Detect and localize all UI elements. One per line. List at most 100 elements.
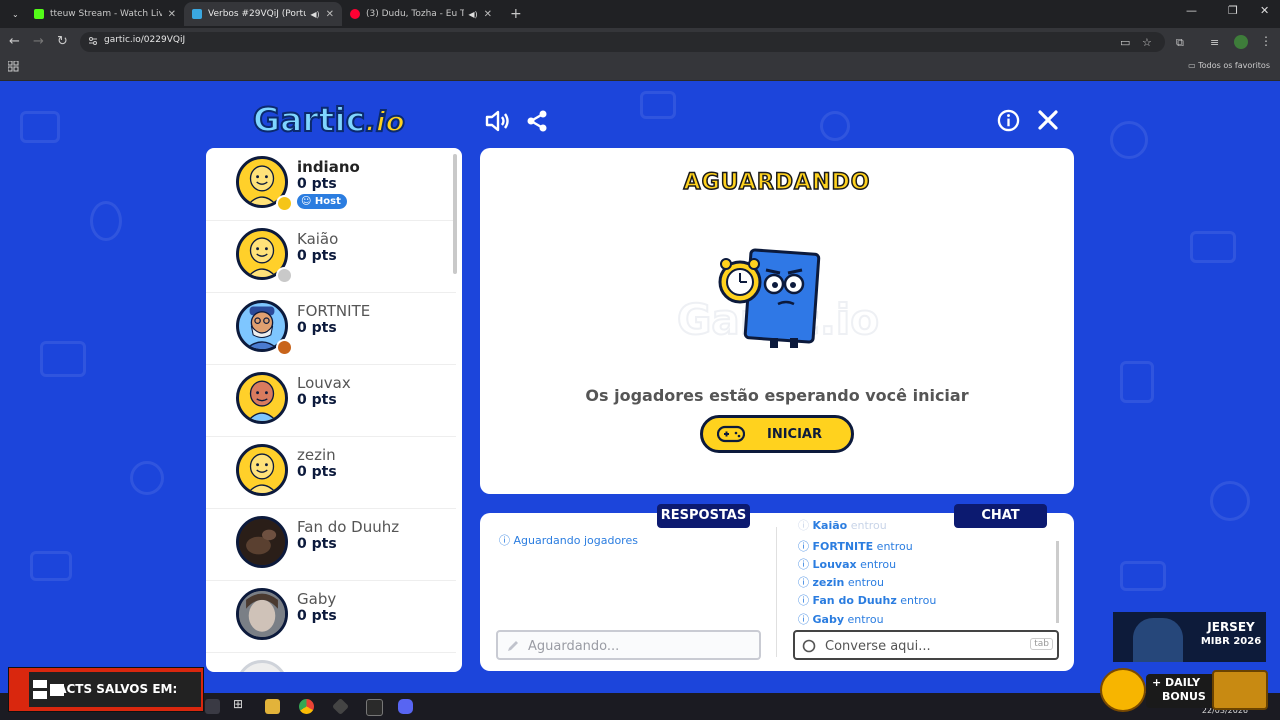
start-button[interactable]: INICIAR bbox=[700, 415, 854, 453]
profile-avatar[interactable] bbox=[1234, 35, 1248, 49]
close-window-icon[interactable]: ✕ bbox=[1260, 4, 1269, 17]
player-points: 0 pts bbox=[297, 320, 337, 336]
bonus-line2: BONUS bbox=[1162, 690, 1206, 703]
avatar bbox=[236, 660, 288, 672]
tab-search-button[interactable]: ⌄ bbox=[4, 2, 24, 26]
media-icon[interactable]: ≡ bbox=[1210, 36, 1219, 49]
player-row[interactable]: Louvax 0 pts bbox=[206, 364, 456, 437]
chrome-icon[interactable] bbox=[299, 699, 314, 714]
back-icon[interactable]: ← bbox=[9, 34, 20, 49]
coin-icon bbox=[1100, 668, 1146, 712]
answer-input[interactable]: Aguardando... bbox=[496, 630, 761, 660]
player-row[interactable]: indiano 0 pts ☺ Host bbox=[206, 148, 456, 221]
chat-user: Kaião bbox=[812, 519, 848, 532]
tab-title: Verbos #29VQiJ (Português bbox=[208, 9, 307, 19]
banner-text: EACTS SALVOS EM: bbox=[49, 682, 178, 696]
browser-tab-2[interactable]: Verbos #29VQiJ (Português ◀) ✕ bbox=[184, 2, 342, 26]
answers-chat-panel: ⓘ Aguardando jogadores ⓘ Kaião entrou ⓘ … bbox=[480, 513, 1074, 671]
player-name: indiano bbox=[297, 158, 360, 176]
bookmarks-bar: ▭ Todos os favoritos bbox=[0, 56, 1280, 81]
chat-action: entrou bbox=[900, 594, 937, 607]
maximize-icon[interactable]: ❐ bbox=[1228, 4, 1238, 17]
bald-face-icon bbox=[247, 380, 277, 421]
player-points: 0 pts bbox=[297, 176, 337, 192]
close-tab-icon[interactable]: ✕ bbox=[484, 9, 492, 20]
logo-main: Gartic bbox=[252, 99, 366, 140]
address-bar[interactable]: gartic.io/0229VQiJ bbox=[80, 32, 1165, 52]
browser-tab-1[interactable]: tteuw Stream - Watch Live on K ✕ bbox=[26, 2, 184, 26]
background-doodle bbox=[90, 201, 122, 241]
chat-log-entry: ⓘ FORTNITE entrou bbox=[798, 540, 913, 553]
app-icon[interactable] bbox=[366, 699, 383, 716]
info-icon[interactable] bbox=[997, 109, 1020, 132]
sponsor-jersey-overlay: JERSEY MIBR 2026 bbox=[1113, 612, 1266, 662]
panel-divider bbox=[776, 527, 777, 657]
gartic-logo[interactable]: Gartic.io bbox=[252, 99, 406, 140]
player-points: 0 pts bbox=[297, 392, 337, 408]
host-badge: ☺ Host bbox=[297, 194, 347, 209]
chat-user: FORTNITE bbox=[812, 540, 874, 553]
tab-title: (3) Dudu, Tozha - Eu Te Pro bbox=[366, 9, 464, 19]
chat-action: entrou bbox=[850, 519, 887, 532]
file-explorer-icon[interactable] bbox=[265, 699, 280, 714]
background-doodle bbox=[1120, 361, 1154, 403]
avatar bbox=[236, 444, 288, 496]
player-name: Fan do Duuhz bbox=[297, 518, 400, 536]
background-doodle bbox=[640, 91, 676, 119]
chat-log-entry: ⓘ Louvax entrou bbox=[798, 558, 897, 571]
chat-input[interactable]: Converse aqui... tab bbox=[793, 630, 1059, 660]
player-points: 0 pts bbox=[297, 464, 337, 480]
app-icon[interactable] bbox=[332, 698, 349, 715]
person-image bbox=[1133, 618, 1183, 662]
extensions-icon[interactable]: ⧉ bbox=[1176, 36, 1184, 50]
waiting-message: Os jogadores estão esperando você inicia… bbox=[585, 386, 969, 405]
close-tab-icon[interactable]: ✕ bbox=[326, 9, 334, 20]
player-list-scrollbar[interactable] bbox=[453, 154, 457, 274]
background-doodle bbox=[1110, 121, 1148, 159]
share-icon[interactable] bbox=[525, 109, 549, 133]
jersey-line1: JERSEY bbox=[1207, 620, 1255, 634]
player-row[interactable]: Gaby 0 pts bbox=[206, 580, 456, 653]
speaker-icon[interactable]: ◀) bbox=[310, 10, 319, 19]
waiting-mascot-illustration: Gartic.io bbox=[676, 248, 880, 348]
new-tab-button[interactable]: + bbox=[502, 2, 522, 26]
chat-user: Fan do Duuhz bbox=[812, 594, 897, 607]
cast-icon[interactable]: ▭ bbox=[1120, 36, 1130, 49]
site-info-icon[interactable] bbox=[88, 36, 98, 46]
player-row[interactable] bbox=[206, 652, 456, 672]
chat-scrollbar[interactable] bbox=[1056, 541, 1059, 623]
apps-grid-icon[interactable] bbox=[8, 61, 19, 72]
sound-icon[interactable] bbox=[484, 108, 510, 134]
close-tab-icon[interactable]: ✕ bbox=[168, 9, 176, 20]
player-list[interactable]: indiano 0 pts ☺ Host Kaião 0 pts FORTNIT… bbox=[206, 148, 462, 672]
menu-icon[interactable]: ⋮ bbox=[1260, 34, 1272, 48]
background-doodle bbox=[820, 111, 850, 141]
tab-chat[interactable]: CHAT bbox=[954, 504, 1047, 528]
status-title: AGUARDANDO bbox=[683, 169, 871, 196]
speaker-icon[interactable]: ◀) bbox=[468, 10, 477, 19]
player-row[interactable]: Fan do Duuhz 0 pts bbox=[206, 508, 456, 581]
task-view-icon[interactable]: ⊞ bbox=[233, 697, 248, 712]
browser-toolbar: ← → ↻ gartic.io/0229VQiJ ▭ ☆ ⧉ ≡ ⋮ bbox=[0, 28, 1280, 56]
gamepad-icon bbox=[717, 425, 745, 443]
bookmark-star-icon[interactable]: ☆ bbox=[1142, 36, 1152, 49]
chat-action: entrou bbox=[860, 558, 897, 571]
forward-icon[interactable]: → bbox=[33, 34, 44, 49]
reload-icon[interactable]: ↻ bbox=[57, 34, 68, 49]
jersey-line2: MIBR 2026 bbox=[1200, 636, 1262, 647]
chat-user: zezin bbox=[812, 576, 845, 589]
taskbar-app-icon[interactable] bbox=[205, 699, 220, 714]
chat-action: entrou bbox=[876, 540, 913, 553]
player-row[interactable]: FORTNITE 0 pts bbox=[206, 292, 456, 365]
minimize-icon[interactable]: — bbox=[1186, 4, 1197, 17]
discord-icon[interactable] bbox=[398, 699, 413, 714]
player-row[interactable]: Kaião 0 pts bbox=[206, 220, 456, 293]
chat-log-entry: ⓘ Gaby entrou bbox=[798, 613, 884, 626]
tab-answers[interactable]: RESPOSTAS bbox=[657, 504, 750, 528]
close-icon[interactable] bbox=[1037, 109, 1059, 131]
all-bookmarks-link[interactable]: ▭ Todos os favoritos bbox=[1188, 61, 1270, 70]
browser-tab-bar: ⌄ tteuw Stream - Watch Live on K ✕ Verbo… bbox=[0, 0, 1280, 28]
player-row[interactable]: zezin 0 pts bbox=[206, 436, 456, 509]
browser-tab-3[interactable]: (3) Dudu, Tozha - Eu Te Pro ◀) ✕ bbox=[342, 2, 500, 26]
chat-log-entry: ⓘ Kaião entrou bbox=[798, 519, 887, 532]
